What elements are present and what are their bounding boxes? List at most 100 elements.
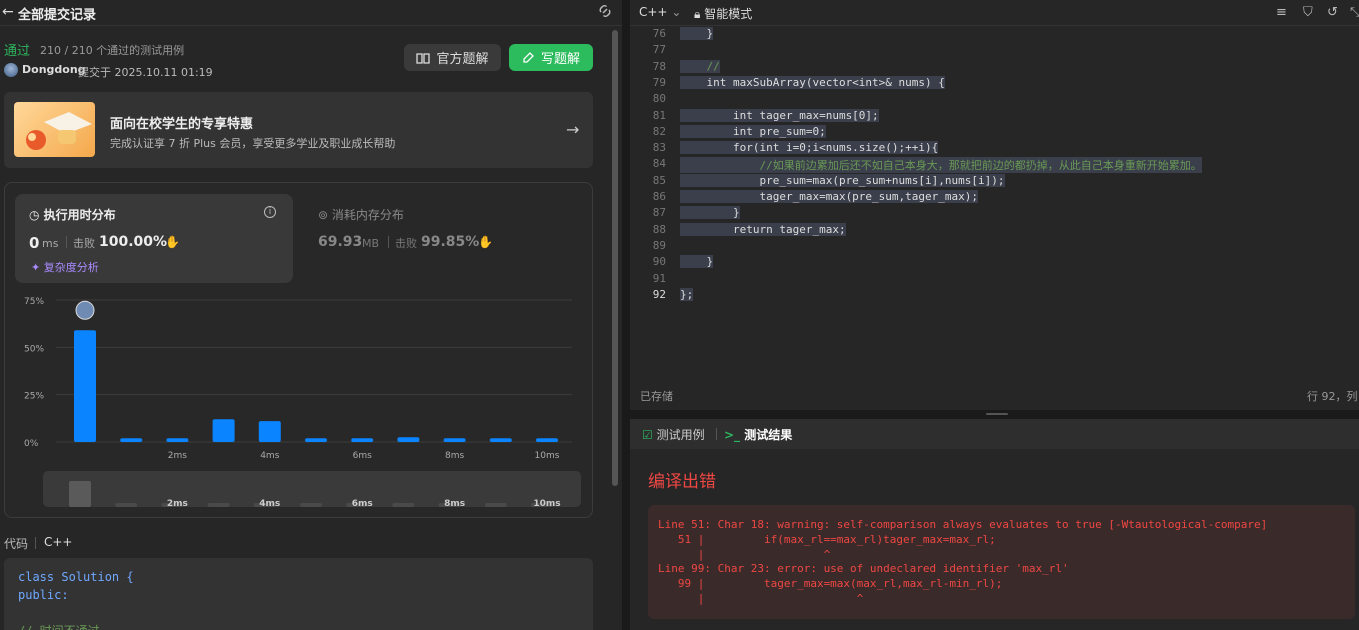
code-line: } xyxy=(680,255,714,269)
scrollbar[interactable] xyxy=(612,30,618,486)
tab-test-result[interactable]: >_ 测试结果 xyxy=(724,426,792,443)
info-icon[interactable]: i xyxy=(264,206,276,218)
chart-bar xyxy=(351,438,374,442)
chart-bar xyxy=(443,438,466,442)
x-tick-label: 8ms xyxy=(445,451,464,461)
line-number: 85 xyxy=(652,173,666,187)
overview-tick-label: 4ms xyxy=(259,499,280,509)
panel-resize-handle[interactable] xyxy=(622,0,630,630)
panel-title: 全部提交记录 xyxy=(18,8,97,23)
code-editor[interactable]: C++ ⌄ 🔒︎ 智能模式 ≡ ⛉ ↺ ⤡ 76 } 77 78 // 79 int … xyxy=(630,0,1359,410)
arrow-right-icon[interactable]: → xyxy=(566,120,579,139)
promo-title: 面向在校学生的专享特惠 xyxy=(110,117,254,132)
line-number: 76 xyxy=(652,27,666,40)
memory-unit: MB xyxy=(362,237,380,250)
line-number: 80 xyxy=(652,92,666,106)
x-tick-label: 2ms xyxy=(168,451,187,461)
submission-header: ← 全部提交记录 xyxy=(0,0,622,26)
runtime-title-label: 执行用时分布 xyxy=(43,208,116,222)
memory-beats-label: 击败 xyxy=(395,237,417,250)
error-line: Line 51: Char 18: warning: self-comparis… xyxy=(658,518,1268,531)
chip-icon: ⊚ xyxy=(318,208,329,222)
y-tick-label: 25% xyxy=(24,392,44,402)
chart-bar xyxy=(536,438,558,442)
promo-banner[interactable]: 面向在校学生的专享特惠 完成认证享 7 折 Plus 会员，享受更多学业及职业成… xyxy=(4,92,593,168)
promo-subtitle: 完成认证享 7 折 Plus 会员，享受更多学业及职业成长帮助 xyxy=(110,137,396,150)
user-name[interactable]: Dongdong xyxy=(22,63,86,76)
tab-test-cases-label: 测试用例 xyxy=(656,428,705,442)
line-number: 88 xyxy=(652,222,666,236)
submit-time: 提交于 2025.10.11 01:19 xyxy=(78,66,213,79)
chevron-down-icon: ⌄ xyxy=(671,5,682,19)
chart-bar xyxy=(489,438,512,442)
test-results-panel: ☑ 测试用例 >_ 测试结果 编译出错 Line 51: Char 18: wa… xyxy=(630,419,1359,630)
error-line: | ^ xyxy=(658,592,864,605)
code-line: // 时间不通过 xyxy=(18,622,100,630)
write-solution-label: 写题解 xyxy=(540,52,580,67)
avatar[interactable] xyxy=(4,63,18,77)
current-submission-avatar xyxy=(75,300,95,320)
bookmark-icon[interactable]: ⛉ xyxy=(1303,5,1313,20)
code-line: //如果前边累加后还不如自己本身大，那就把前边的都扔掉，从此自己本身重新开始累加… xyxy=(680,157,1202,174)
line-number: 92 xyxy=(652,287,666,301)
tab-test-cases[interactable]: ☑ 测试用例 xyxy=(642,426,705,443)
chart-bar xyxy=(305,438,327,442)
complexity-analysis-label: 复杂度分析 xyxy=(43,261,99,274)
overview-bar xyxy=(115,503,138,507)
line-number: 82 xyxy=(652,124,666,138)
checkbox-icon: ☑ xyxy=(642,428,653,442)
memory-beats-value: 99.85% xyxy=(421,234,480,250)
tab-separator xyxy=(716,428,717,440)
x-tick-label: 6ms xyxy=(353,451,372,461)
error-line: 51 | if(max_rl==max_rl)tager_max=max_rl; xyxy=(658,533,996,546)
overview-tick-label: 6ms xyxy=(352,499,373,509)
line-number: 79 xyxy=(652,75,666,89)
overview-bar xyxy=(207,503,230,507)
code-line: } xyxy=(680,27,714,40)
line-number: 90 xyxy=(652,255,666,269)
overview-tick-label: 8ms xyxy=(444,499,465,509)
code-line: int maxSubArray(vector<int>& nums) { xyxy=(680,75,945,89)
overview-bar xyxy=(484,503,507,507)
runtime-beats-label: 击败 xyxy=(73,237,95,250)
code-line: int tager_max=nums[0]; xyxy=(680,108,879,122)
app-root: ← 全部提交记录 通过 210 / 210 个通过的测试用例 Dongdong … xyxy=(0,0,1359,630)
line-number: 86 xyxy=(652,190,666,203)
results-tabs: ☑ 测试用例 >_ 测试结果 xyxy=(630,419,1359,449)
code-line: } xyxy=(680,206,740,220)
line-number: 89 xyxy=(652,238,666,252)
runtime-distribution-chart[interactable]: 75% 50% 25% 0% 2ms 4ms 6ms 8ms 10ms 2ms 4ms 6ms 8ms 1… xyxy=(14,292,586,510)
back-arrow-icon[interactable]: ← xyxy=(2,4,16,20)
smart-mode-toggle[interactable]: 🔒︎ 智能模式 xyxy=(694,5,752,22)
tab-test-result-label: 测试结果 xyxy=(744,428,793,442)
memory-title[interactable]: ⊚ 消耗内存分布 xyxy=(318,206,404,223)
y-tick-label: 75% xyxy=(24,297,44,307)
link-icon[interactable] xyxy=(596,4,614,20)
memory-separator xyxy=(388,236,389,248)
chart-bar xyxy=(74,330,96,442)
runtime-separator xyxy=(66,236,67,248)
sparkle-icon: ✦ xyxy=(31,261,41,274)
reset-icon[interactable]: ↺ xyxy=(1327,5,1338,20)
overview-bar xyxy=(392,503,415,507)
code-label: 代码 xyxy=(4,537,29,551)
code-line: }; xyxy=(680,287,694,301)
complexity-analysis-link[interactable]: ✦ 复杂度分析 xyxy=(31,259,99,275)
runtime-value: 0 xyxy=(29,234,40,252)
terminal-icon: >_ xyxy=(724,428,741,442)
y-tick-label: 0% xyxy=(24,439,39,449)
code-separator xyxy=(35,537,36,549)
format-icon[interactable]: ≡ xyxy=(1276,5,1287,20)
collapse-icon[interactable]: ⤡ xyxy=(1350,5,1359,20)
language-select[interactable]: C++ ⌄ xyxy=(639,5,681,19)
memory-value: 69.93 xyxy=(318,234,363,250)
resize-grip[interactable] xyxy=(986,413,1008,415)
error-line: | ^ xyxy=(658,548,831,561)
runtime-beats-value: 100.00% xyxy=(99,234,168,250)
official-solution-button[interactable]: 官方题解 xyxy=(404,44,501,71)
write-solution-button[interactable]: 写题解 xyxy=(509,44,593,71)
official-solution-label: 官方题解 xyxy=(436,52,489,67)
runtime-title: ◷ 执行用时分布 xyxy=(29,206,116,223)
code-viewer[interactable]: class Solution { public: // 时间不通过 xyxy=(4,558,593,630)
overview-bar xyxy=(300,503,322,507)
